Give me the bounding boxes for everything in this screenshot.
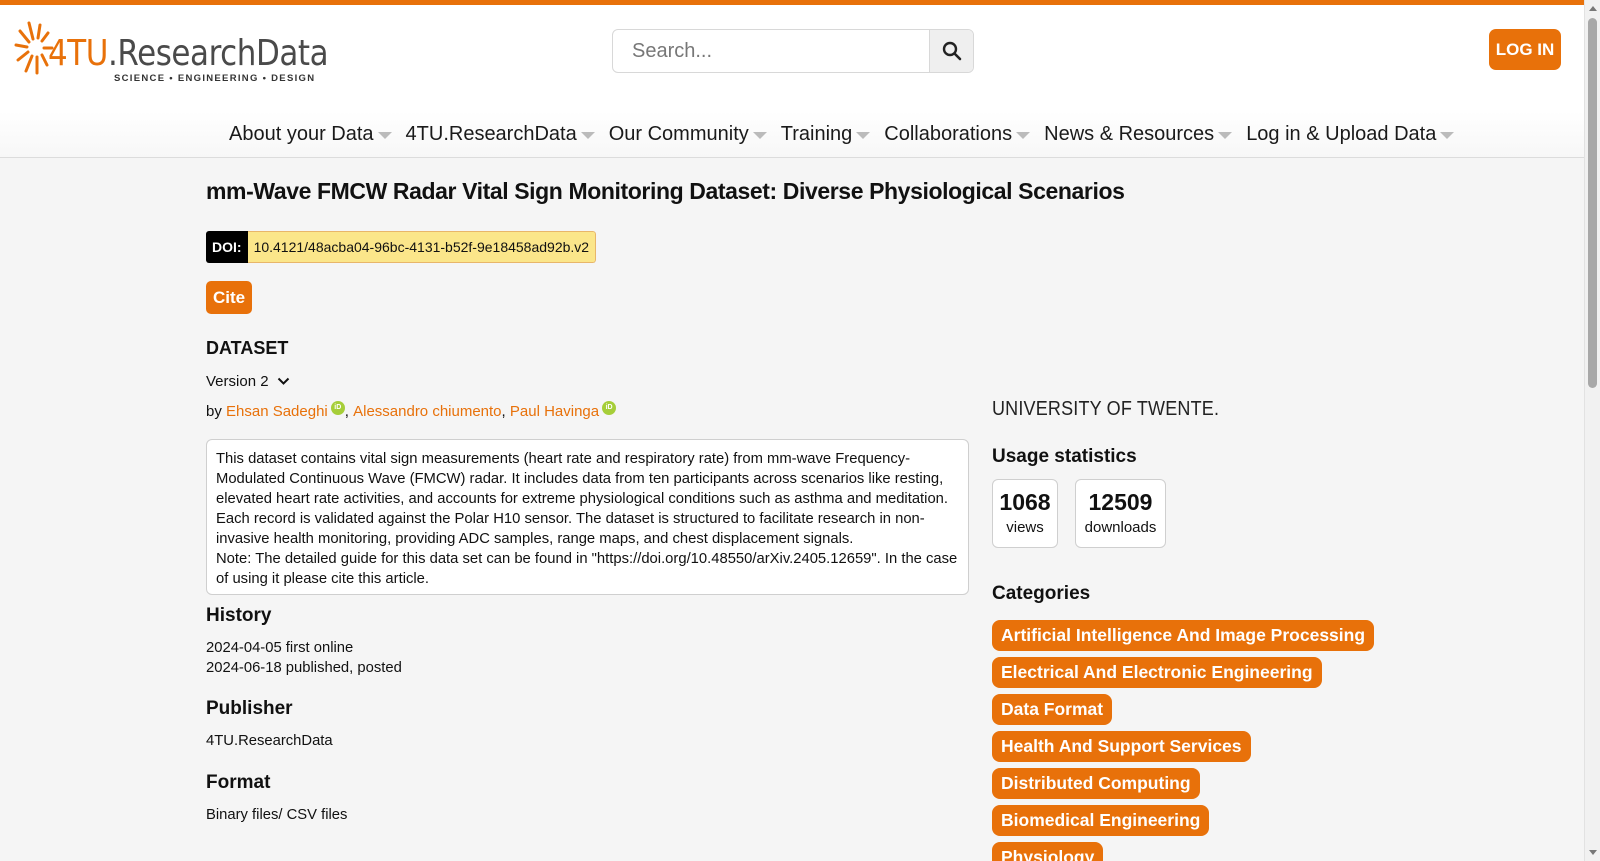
nav-item-news-resources[interactable]: News & Resources <box>1044 122 1233 146</box>
categories-heading: Categories <box>992 583 1091 604</box>
cite-button[interactable]: Cite <box>206 281 252 314</box>
scroll-up-arrow-icon[interactable] <box>1589 6 1597 11</box>
page-title: mm-Wave FMCW Radar Vital Sign Monitoring… <box>206 178 1125 204</box>
dataset-page: mm-Wave FMCW Radar Vital Sign Monitoring… <box>206 158 1566 861</box>
views-stat: 1068 views <box>992 479 1058 548</box>
category-list: Artificial Intelligence And Image Proces… <box>992 620 1552 861</box>
category-tag[interactable]: Physiology <box>992 842 1104 861</box>
nav-item-label: Log in & Upload Data <box>1246 122 1437 145</box>
scroll-down-arrow-icon[interactable] <box>1589 850 1597 855</box>
description-note: Note: The detailed guide for this data s… <box>216 551 958 587</box>
format-heading: Format <box>206 772 271 793</box>
caret-down-icon <box>580 131 595 139</box>
doi-value[interactable]: 10.4121/48acba04-96bc-4131-b52f-9e18458a… <box>247 231 597 263</box>
doi-label: DOI: <box>206 231 248 263</box>
description-text: This dataset contains vital sign measure… <box>216 451 949 547</box>
history-entry: 2024-06-18 published, posted <box>206 660 402 676</box>
nav-item-4tu-researchdata[interactable]: 4TU.ResearchData <box>406 123 595 146</box>
logo-wordmark: 4TU.ResearchData <box>48 33 329 74</box>
nav-item-collaborations[interactable]: Collaborations <box>884 122 1031 146</box>
caret-down-icon <box>1218 131 1233 139</box>
category-tag[interactable]: Distributed Computing <box>992 768 1200 799</box>
category-tag[interactable]: Health And Support Services <box>992 731 1251 762</box>
description-box: This dataset contains vital sign measure… <box>206 439 969 595</box>
nav-item-label: 4TU.ResearchData <box>405 122 577 145</box>
by-label: by <box>206 403 222 420</box>
orcid-icon[interactable]: iD <box>602 400 617 415</box>
institution-logo[interactable]: UNIVERSITY OF TWENTE. <box>992 398 1219 421</box>
chevron-down-icon <box>277 377 289 385</box>
views-count: 1068 <box>999 489 1051 515</box>
site-header: 4TU.ResearchData SCIENCE • ENGINEERING •… <box>0 5 1584 158</box>
orcid-icon[interactable]: iD <box>330 400 345 415</box>
nav-item-login-upload[interactable]: Log in & Upload Data <box>1246 122 1455 146</box>
version-selector[interactable]: Version 2 <box>206 373 290 390</box>
nav-item-label: Our Community <box>608 122 749 145</box>
nav-item-label: News & Resources <box>1044 122 1215 145</box>
author-link[interactable]: Paul Havinga <box>510 403 599 420</box>
caret-down-icon <box>377 131 392 139</box>
sidebar: UNIVERSITY OF TWENTE. Usage statistics 1… <box>992 158 1552 861</box>
caret-down-icon <box>856 131 871 139</box>
search-button[interactable] <box>929 30 973 72</box>
doi-badge: DOI: 10.4121/48acba04-96bc-4131-b52f-9e1… <box>206 231 597 263</box>
nav-item-our-community[interactable]: Our Community <box>609 123 767 146</box>
downloads-label: downloads <box>1084 519 1157 536</box>
downloads-count: 12509 <box>1088 489 1153 515</box>
category-tag[interactable]: Artificial Intelligence And Image Proces… <box>992 620 1375 651</box>
section-label: DATASET <box>206 338 289 358</box>
nav-item-label: Collaborations <box>884 122 1013 145</box>
category-tag[interactable]: Biomedical Engineering <box>992 805 1210 836</box>
publisher-value: 4TU.ResearchData <box>206 733 333 749</box>
author-link[interactable]: Alessandro chiumento <box>353 403 501 420</box>
main-nav: About your Data 4TU.ResearchData Our Com… <box>229 119 1468 149</box>
caret-down-icon <box>1016 131 1031 139</box>
history-list: 2024-04-05 first online 2024-06-18 publi… <box>206 638 402 678</box>
history-heading: History <box>206 605 272 626</box>
login-button[interactable]: LOG IN <box>1489 29 1561 70</box>
category-tag[interactable]: Data Format <box>992 694 1113 725</box>
logo-tagline: SCIENCE • ENGINEERING • DESIGN <box>114 73 316 84</box>
search-input[interactable] <box>613 30 931 72</box>
nav-item-training[interactable]: Training <box>781 123 871 146</box>
nav-item-about-your-data[interactable]: About your Data <box>229 123 392 146</box>
caret-down-icon <box>1440 131 1455 139</box>
views-label: views <box>1006 519 1044 536</box>
category-tag[interactable]: Electrical And Electronic Engineering <box>992 657 1322 688</box>
caret-down-icon <box>752 131 767 139</box>
site-logo[interactable]: 4TU.ResearchData SCIENCE • ENGINEERING •… <box>14 17 329 87</box>
search-box <box>612 29 974 73</box>
usage-stats-heading: Usage statistics <box>992 446 1137 467</box>
search-icon <box>942 41 961 61</box>
page-scrollbar[interactable] <box>1584 0 1600 861</box>
nav-item-label: Training <box>780 122 853 145</box>
publisher-heading: Publisher <box>206 698 293 719</box>
format-value: Binary files/ CSV files <box>206 807 348 823</box>
author-link[interactable]: Ehsan Sadeghi <box>226 403 328 420</box>
history-entry: 2024-04-05 first online <box>206 640 354 656</box>
downloads-stat: 12509 downloads <box>1075 479 1166 548</box>
scrollbar-thumb[interactable] <box>1588 18 1597 388</box>
version-label: Version 2 <box>206 373 269 390</box>
nav-item-label: About your Data <box>229 122 374 145</box>
author-list: by Ehsan Sadeghi iD, Alessandro chiument… <box>206 400 617 420</box>
